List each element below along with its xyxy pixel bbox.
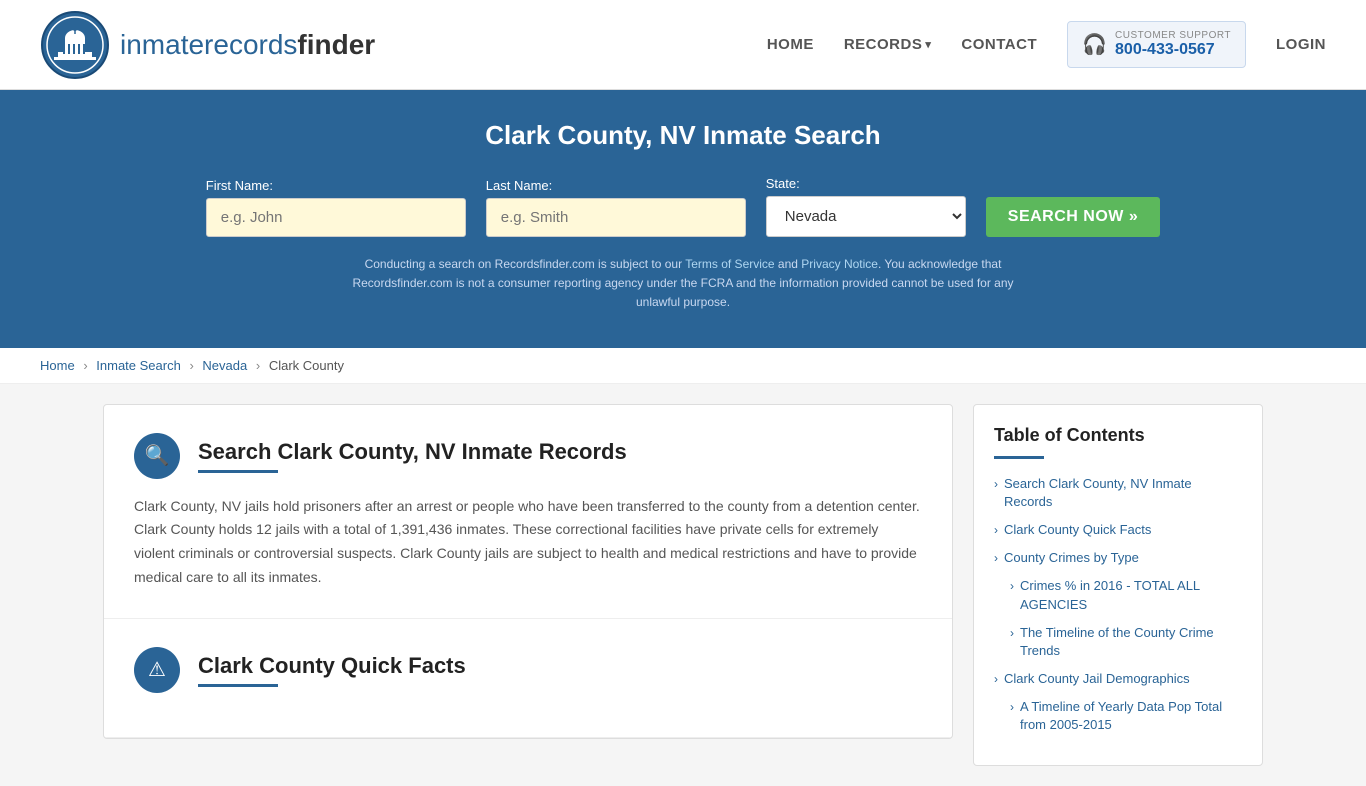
- toc-link-3[interactable]: County Crimes by Type: [1004, 549, 1139, 567]
- first-name-label: First Name:: [206, 178, 273, 193]
- search-section-title: Search Clark County, NV Inmate Records: [198, 439, 627, 465]
- quick-facts-title-underline: [198, 684, 278, 687]
- breadcrumb-sep-2: ›: [189, 358, 193, 373]
- logo-part2: finder: [297, 29, 375, 60]
- breadcrumb-sep-1: ›: [83, 358, 87, 373]
- toc-arrow-1: ›: [994, 477, 998, 491]
- breadcrumb-inmate-search[interactable]: Inmate Search: [96, 358, 181, 373]
- tos-link[interactable]: Terms of Service: [685, 257, 774, 271]
- table-of-contents: Table of Contents › Search Clark County,…: [973, 404, 1263, 766]
- breadcrumb-home[interactable]: Home: [40, 358, 75, 373]
- page-title: Clark County, NV Inmate Search: [40, 120, 1326, 151]
- toc-link-2[interactable]: Clark County Quick Facts: [1004, 521, 1151, 539]
- header: inmaterecordsfinder HOME RECORDS ▾ CONTA…: [0, 0, 1366, 90]
- privacy-link[interactable]: Privacy Notice: [801, 257, 878, 271]
- search-button[interactable]: SEARCH NOW »: [986, 197, 1160, 237]
- main-nav: HOME RECORDS ▾ CONTACT 🎧 CUSTOMER SUPPOR…: [767, 21, 1326, 68]
- toc-arrow-7: ›: [1010, 700, 1014, 714]
- toc-item-7: › A Timeline of Yearly Data Pop Total fr…: [994, 698, 1242, 734]
- support-number: 800-433-0567: [1115, 41, 1231, 59]
- main-content: 🔍 Search Clark County, NV Inmate Records…: [83, 404, 1283, 766]
- quick-facts-icon: ⚠: [134, 647, 180, 693]
- sidebar: Table of Contents › Search Clark County,…: [973, 404, 1263, 766]
- quick-facts-title: Clark County Quick Facts: [198, 653, 466, 679]
- search-section-header: 🔍 Search Clark County, NV Inmate Records: [134, 433, 922, 479]
- breadcrumb: Home › Inmate Search › Nevada › Clark Co…: [0, 348, 1366, 384]
- nav-contact[interactable]: CONTACT: [961, 36, 1037, 53]
- search-section-icon: 🔍: [134, 433, 180, 479]
- nav-home[interactable]: HOME: [767, 36, 814, 53]
- support-text: CUSTOMER SUPPORT 800-433-0567: [1115, 30, 1231, 59]
- magnifier-icon: 🔍: [145, 443, 170, 468]
- customer-support[interactable]: 🎧 CUSTOMER SUPPORT 800-433-0567: [1067, 21, 1246, 68]
- first-name-group: First Name:: [206, 178, 466, 237]
- toc-arrow-5: ›: [1010, 626, 1014, 640]
- state-label: State:: [766, 176, 800, 191]
- toc-divider: [994, 456, 1044, 459]
- toc-item-3: › County Crimes by Type: [994, 549, 1242, 567]
- logo-area: inmaterecordsfinder: [40, 10, 375, 80]
- toc-link-5[interactable]: The Timeline of the County Crime Trends: [1020, 624, 1242, 660]
- headset-icon: 🎧: [1082, 32, 1107, 57]
- toc-item-4: › Crimes % in 2016 - TOTAL ALL AGENCIES: [994, 577, 1242, 613]
- records-dropdown-arrow: ▾: [925, 38, 931, 51]
- quick-facts-title-wrap: Clark County Quick Facts: [198, 653, 466, 687]
- toc-item-2: › Clark County Quick Facts: [994, 521, 1242, 539]
- logo-part1: inmaterecords: [120, 29, 297, 60]
- breadcrumb-nevada[interactable]: Nevada: [202, 358, 247, 373]
- toc-item-5: › The Timeline of the County Crime Trend…: [994, 624, 1242, 660]
- state-group: State: Nevada: [766, 176, 966, 237]
- toc-link-6[interactable]: Clark County Jail Demographics: [1004, 670, 1190, 688]
- search-form: First Name: Last Name: State: Nevada SEA…: [40, 176, 1326, 237]
- section-title-underline: [198, 470, 278, 473]
- search-section-body: Clark County, NV jails hold prisoners af…: [134, 495, 922, 590]
- search-hero: Clark County, NV Inmate Search First Nam…: [0, 90, 1366, 348]
- state-select[interactable]: Nevada: [766, 196, 966, 237]
- search-section: 🔍 Search Clark County, NV Inmate Records…: [104, 405, 952, 619]
- logo-text[interactable]: inmaterecordsfinder: [120, 29, 375, 61]
- last-name-input[interactable]: [486, 198, 746, 237]
- toc-item-1: › Search Clark County, NV Inmate Records: [994, 475, 1242, 511]
- toc-arrow-3: ›: [994, 551, 998, 565]
- breadcrumb-sep-3: ›: [256, 358, 260, 373]
- toc-arrow-2: ›: [994, 523, 998, 537]
- toc-link-7[interactable]: A Timeline of Yearly Data Pop Total from…: [1020, 698, 1242, 734]
- breadcrumb-clark-county: Clark County: [269, 358, 344, 373]
- info-icon: ⚠: [148, 657, 166, 682]
- toc-item-6: › Clark County Jail Demographics: [994, 670, 1242, 688]
- quick-facts-section: ⚠ Clark County Quick Facts: [104, 619, 952, 738]
- toc-arrow-4: ›: [1010, 579, 1014, 593]
- last-name-group: Last Name:: [486, 178, 746, 237]
- quick-facts-header: ⚠ Clark County Quick Facts: [134, 647, 922, 693]
- login-button[interactable]: LOGIN: [1276, 36, 1326, 53]
- toc-title: Table of Contents: [994, 425, 1242, 446]
- toc-link-4[interactable]: Crimes % in 2016 - TOTAL ALL AGENCIES: [1020, 577, 1242, 613]
- last-name-label: Last Name:: [486, 178, 552, 193]
- toc-arrow-6: ›: [994, 672, 998, 686]
- first-name-input[interactable]: [206, 198, 466, 237]
- content-area: 🔍 Search Clark County, NV Inmate Records…: [103, 404, 953, 739]
- toc-link-1[interactable]: Search Clark County, NV Inmate Records: [1004, 475, 1242, 511]
- logo-icon: [40, 10, 110, 80]
- search-section-title-wrap: Search Clark County, NV Inmate Records: [198, 439, 627, 473]
- disclaimer-text: Conducting a search on Recordsfinder.com…: [333, 255, 1033, 313]
- nav-records[interactable]: RECORDS ▾: [844, 36, 932, 53]
- support-label: CUSTOMER SUPPORT: [1115, 30, 1231, 41]
